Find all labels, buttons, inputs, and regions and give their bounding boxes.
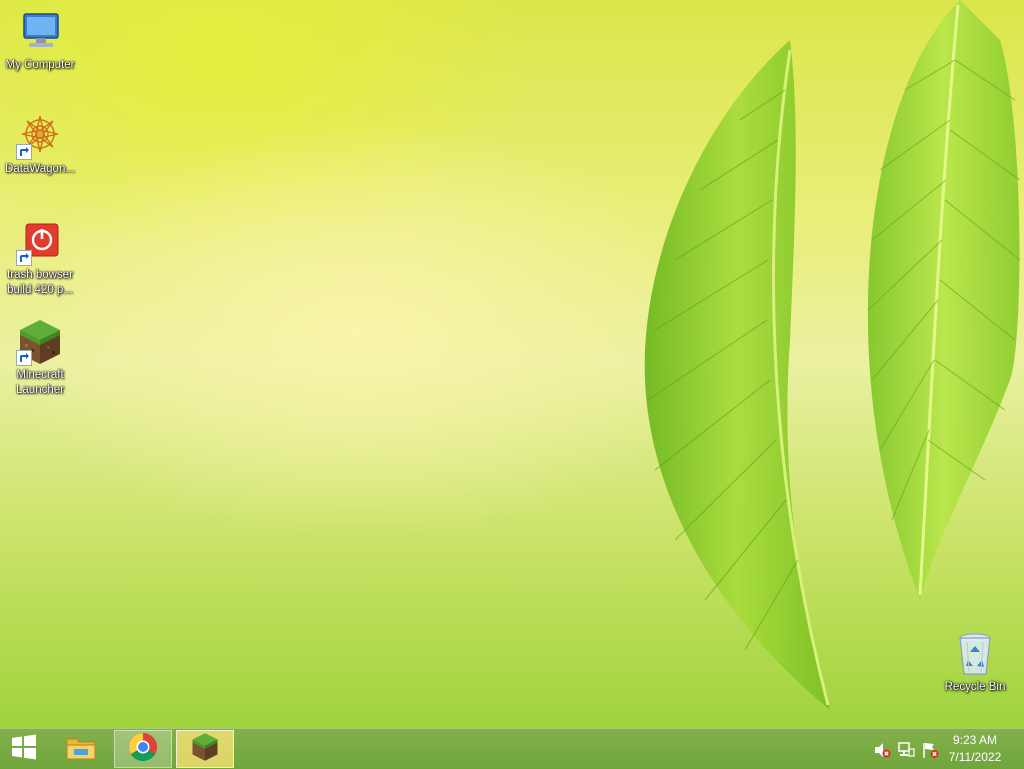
desktop[interactable]: My Computer DataWagon... trash bowser bu… [0, 0, 1024, 728]
power-app-icon [16, 218, 64, 266]
windows-logo-icon [11, 734, 37, 765]
shortcut-arrow-icon [16, 144, 32, 160]
datawagon-icon [16, 112, 64, 160]
taskbar-file-explorer-button[interactable] [52, 730, 110, 768]
desktop-icon-minecraft-launcher[interactable]: Minecraft Launcher [0, 318, 80, 398]
chrome-icon [128, 732, 158, 767]
clock-date: 7/11/2022 [948, 750, 1002, 764]
taskbar: 9:23 AM 7/11/2022 [0, 728, 1024, 769]
desktop-icon-my-computer[interactable]: My Computer [0, 8, 80, 73]
computer-icon [16, 8, 64, 56]
minecraft-icon [16, 318, 64, 366]
network-icon[interactable] [897, 741, 915, 759]
desktop-icon-trash-bowser[interactable]: trash bowser build 420 p... [0, 218, 80, 298]
desktop-icon-datawagon[interactable]: DataWagon... [0, 112, 80, 177]
desktop-icon-label: My Computer [5, 59, 75, 71]
taskbar-minecraft-button[interactable] [176, 730, 234, 768]
clock-time: 9:23 AM [952, 733, 998, 747]
taskbar-chrome-button[interactable] [114, 730, 172, 768]
wallpaper-leaves [644, 0, 1021, 710]
action-center-flag-icon[interactable] [921, 741, 939, 759]
desktop-icon-label: DataWagon... [5, 163, 75, 175]
speaker-muted-icon[interactable] [873, 741, 891, 759]
shortcut-arrow-icon [16, 350, 32, 366]
shortcut-arrow-icon [16, 250, 32, 266]
system-clock[interactable]: 9:23 AM 7/11/2022 [940, 732, 1010, 766]
file-explorer-icon [65, 733, 97, 766]
desktop-icon-label: Minecraft Launcher [16, 369, 64, 396]
recycle-bin-icon [951, 630, 999, 678]
desktop-icon-label: trash bowser build 420 p... [7, 269, 73, 296]
start-button[interactable] [0, 730, 48, 768]
desktop-icon-label: Recycle Bin [944, 681, 1006, 693]
minecraft-icon [190, 732, 220, 767]
desktop-icon-recycle-bin[interactable]: Recycle Bin [935, 630, 1015, 695]
